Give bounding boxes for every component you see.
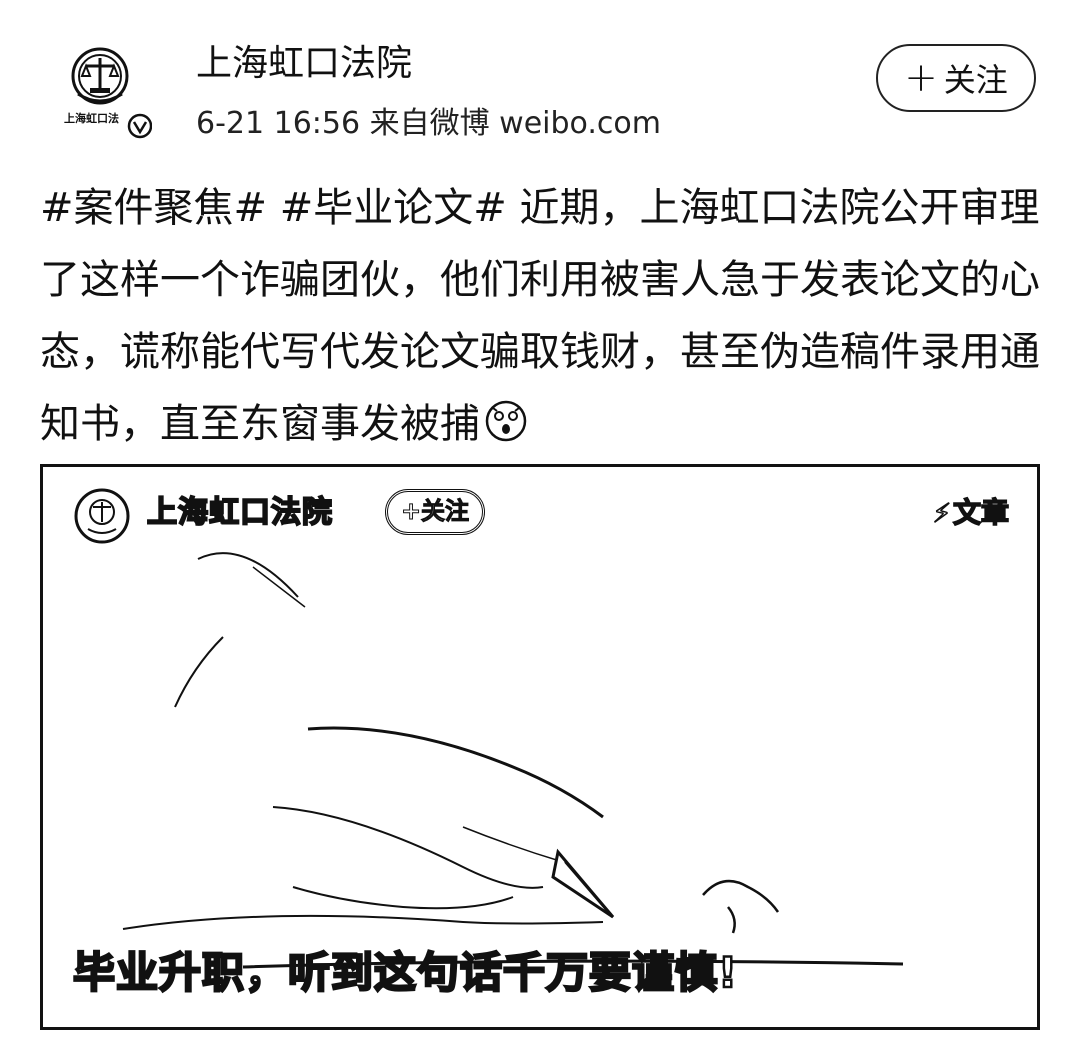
- pen-writing-illustration: [122, 552, 904, 969]
- court-emblem-icon: [74, 488, 130, 544]
- post-text: #案件聚焦# #毕业论文# 近期，上海虹口法院公开审理了这样一个诈骗团伙，他们利…: [40, 185, 1040, 447]
- article-tag: ⚡文章: [932, 493, 1010, 534]
- post-header: 上海虹口法 上海虹口法院 6-21 16:56 来自微博 weibo.com +…: [0, 0, 1080, 160]
- media-follow-button[interactable]: +关注: [385, 489, 485, 535]
- follow-button[interactable]: + 关注: [876, 44, 1036, 112]
- court-emblem-icon: 上海虹口法: [64, 47, 153, 139]
- article-tag-label: 文章: [952, 495, 1010, 530]
- post-body: #案件聚焦# #毕业论文# 近期，上海虹口法院公开审理了这样一个诈骗团伙，他们利…: [40, 172, 1040, 466]
- plus-icon: +: [904, 55, 938, 101]
- follow-button-label: 关注: [943, 61, 1008, 99]
- video-caption: 毕业升职，听到这句话千万要谨慎!: [72, 947, 739, 999]
- author-name[interactable]: 上海虹口法院: [196, 42, 412, 86]
- lightning-icon: ⚡: [932, 498, 952, 530]
- media-account-avatar[interactable]: [73, 487, 131, 549]
- article-card[interactable]: 上海虹口法院 +关注 ⚡文章 毕业升职，听到这句话千万要谨慎!: [40, 464, 1040, 1030]
- post-timestamp: 6-21 16:56: [196, 106, 361, 141]
- post-meta: 6-21 16:56 来自微博 weibo.com: [196, 104, 661, 144]
- post-source: 来自微博 weibo.com: [369, 106, 661, 141]
- avatar-caption: 上海虹口法: [64, 111, 119, 125]
- surprised-face-icon: [484, 394, 528, 466]
- media-account-name[interactable]: 上海虹口法院: [146, 493, 333, 533]
- author-avatar[interactable]: 上海虹口法: [62, 42, 153, 142]
